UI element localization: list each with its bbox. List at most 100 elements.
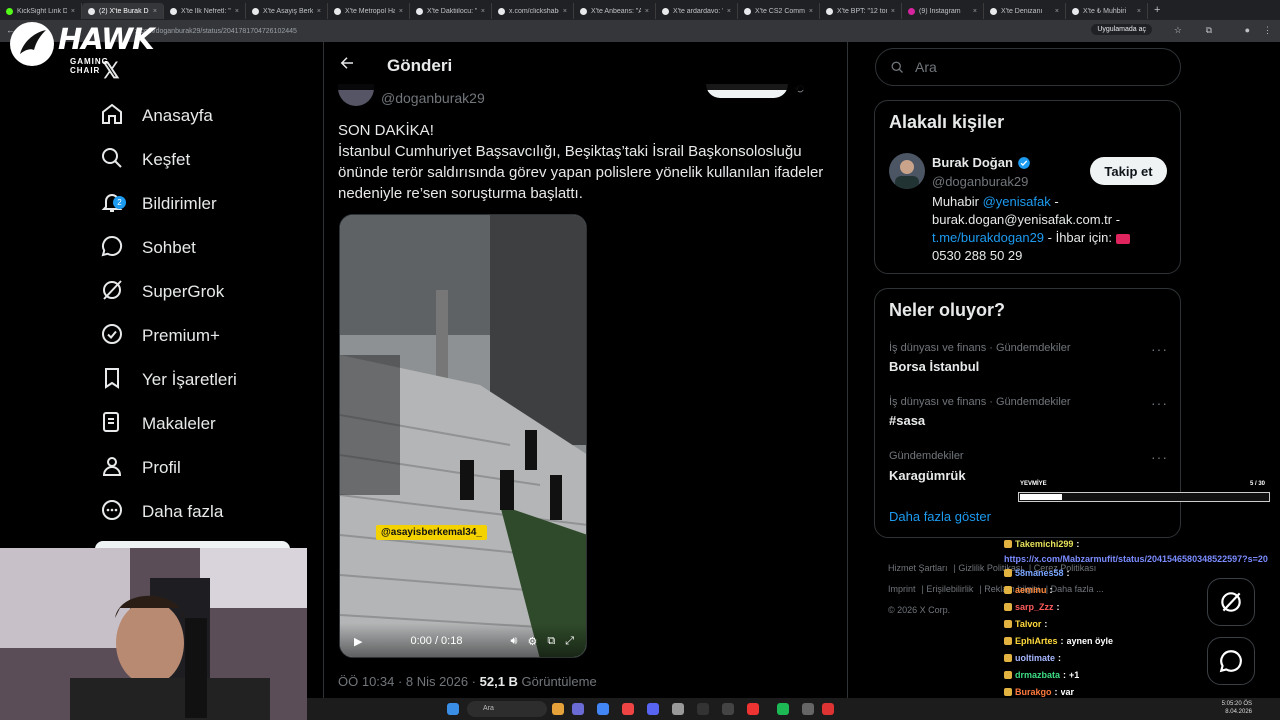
close-tab-icon[interactable]: × [399,8,403,15]
taskbar-app-icon[interactable] [697,703,709,715]
follow-button[interactable]: Takip et [1090,157,1167,185]
nav-item-profil[interactable]: Profil [100,446,300,490]
close-tab-icon[interactable]: × [809,8,813,15]
messages-fab[interactable] [1207,637,1255,685]
browser-tab[interactable]: X'te BPT: "12 ton × [820,3,902,19]
pip-icon[interactable]: ⧉ [547,635,555,648]
play-icon[interactable]: ▶ [354,635,362,648]
chat-username[interactable]: uoltimate [1015,650,1055,667]
chat-username[interactable]: Takemichi299 [1015,536,1073,553]
profile-icon[interactable]: ● [1245,25,1250,35]
browser-tab[interactable]: x.com/clickshabe × [492,3,574,19]
more-dots-icon[interactable]: ··· [1151,341,1168,357]
browser-tab[interactable]: X'te Denizanı × [984,3,1066,19]
close-tab-icon[interactable]: × [481,8,485,15]
extensions-icon[interactable]: ⧉ [1206,25,1212,36]
footer-link[interactable]: Imprint [888,584,916,594]
taskbar-app-icon[interactable] [672,703,684,715]
close-tab-icon[interactable]: × [891,8,895,15]
trend-name[interactable]: Borsa İstanbul [889,359,979,374]
trend-name[interactable]: Karagümrük [889,468,966,483]
settings-icon[interactable]: ⚙︎ [527,635,537,648]
taskbar-app-icon[interactable] [722,703,734,715]
taskbar-app-icon[interactable] [747,703,759,715]
chat-username[interactable]: 58manes58 [1015,565,1064,582]
open-in-app-button[interactable]: Uygulamada aç [1091,24,1152,35]
author-handle[interactable]: @doganburak29 [381,90,485,106]
avatar[interactable] [889,153,925,189]
close-tab-icon[interactable]: × [973,8,977,15]
taskbar-app-icon[interactable] [572,703,584,715]
new-tab-icon[interactable]: + [1148,4,1166,16]
nav-item-bildirimler[interactable]: 2 Bildirimler [100,182,300,226]
browser-tab[interactable]: X'te Metropol Ha × [328,3,410,19]
browser-tab[interactable]: X'te ardardavo: " × [656,3,738,19]
volume-icon[interactable]: 🔊︎ [511,635,518,648]
close-tab-icon[interactable]: × [645,8,649,15]
post-timestamp[interactable]: ÖÖ 10:34 · 8 Nis 2026 · [338,674,480,689]
close-tab-icon[interactable]: × [317,8,321,15]
close-tab-icon[interactable]: × [71,8,75,15]
close-tab-icon[interactable]: × [235,8,239,15]
nav-item-yer-i-aretleri[interactable]: Yer İşaretleri [100,358,300,402]
close-tab-icon[interactable]: × [727,8,731,15]
browser-tab[interactable]: X'te Asayiş Berke × [246,3,328,19]
footer-link[interactable]: Erişilebilirlik [926,584,973,594]
taskbar-app-icon[interactable] [622,703,634,715]
grok-fab[interactable] [1207,578,1255,626]
more-dots-icon[interactable]: ··· [1151,395,1168,411]
browser-tab[interactable]: X'te ₺ Muhbiri × [1066,3,1148,19]
close-tab-icon[interactable]: × [563,8,567,15]
address-bar[interactable]: ← x.com/doganburak29/status/204178170472… [0,20,1280,42]
chrome-icon[interactable] [597,703,609,715]
more-dots-icon[interactable]: ··· [1151,449,1168,465]
taskbar-search[interactable]: Ara [467,701,547,717]
related-name[interactable]: Burak Doğan [932,155,1013,170]
system-clock[interactable]: 5:05:20 ÖS 8.04.2026 [1222,700,1252,716]
browser-tab[interactable]: X'te CS2 Commu × [738,3,820,19]
nav-item-sohbet[interactable]: Sohbet [100,226,300,270]
browser-tab[interactable]: X'te Anbeans: "Ar × [574,3,656,19]
chat-username[interactable]: Talvor [1015,616,1041,633]
browser-tab[interactable]: X'te Daktiilocu: " × [410,3,492,19]
search-box[interactable]: Ara [875,48,1181,86]
windows-start-icon[interactable] [447,703,459,715]
nav-item-daha-fazla[interactable]: Daha fazla [100,490,300,534]
taskbar-app-icon[interactable] [802,703,814,715]
close-tab-icon[interactable]: × [1055,8,1059,15]
discord-icon[interactable] [647,703,659,715]
nav-item-anasayfa[interactable]: Anasayfa [100,94,300,138]
nav-item-makaleler[interactable]: Makaleler [100,402,300,446]
chat-username[interactable]: sarp_Zzz [1015,599,1054,616]
fullscreen-icon[interactable]: ⤢ [565,635,574,648]
spotify-icon[interactable] [777,703,789,715]
related-name-row[interactable]: Burak Doğan [932,155,1031,170]
bio-link-yenisafak[interactable]: @yenisafak [983,194,1051,209]
url-text[interactable]: x.com/doganburak29/status/20417817047261… [135,28,297,35]
search-input[interactable]: Ara [915,59,937,75]
back-arrow-icon[interactable] [338,54,356,77]
bio-link-telegram[interactable]: t.me/burakdogan29 [932,230,1044,245]
show-more-link[interactable]: Daha fazla göster [889,509,991,524]
chat-username[interactable]: aeminu [1015,582,1047,599]
footer-link[interactable]: Hizmet Şartları [888,563,948,573]
browser-tab[interactable]: (2) X'te Burak Do × [82,3,164,19]
chat-text[interactable]: https://x.com/Mabzarmufit/status/2041546… [1004,553,1268,565]
browser-tab[interactable]: X'te İlk Nefretl: " × [164,3,246,19]
trend-name[interactable]: #sasa [889,413,925,428]
menu-kebab-icon[interactable]: ⋮ [1263,25,1272,36]
taskbar-app-icon[interactable] [822,703,834,715]
star-icon[interactable]: ☆ [1174,25,1182,36]
close-tab-icon[interactable]: × [1137,8,1141,15]
browser-tab[interactable]: (9) Instagram × [902,3,984,19]
close-tab-icon[interactable]: × [153,8,157,15]
chat-username[interactable]: EphiArtes [1015,633,1058,650]
chat-username[interactable]: drmazbata [1015,667,1060,684]
browser-tab[interactable]: KickSight Link De × [0,3,82,19]
nav-item-premium-[interactable]: Premium+ [100,314,300,358]
related-handle[interactable]: @doganburak29 [932,174,1028,189]
nav-item-supergrok[interactable]: SuperGrok [100,270,300,314]
nav-item-ke-fet[interactable]: Keşfet [100,138,300,182]
taskbar-app-icon[interactable] [552,703,564,715]
post-video[interactable]: @asayisberkemal34_ ▶ 0:00 / 0:18 🔊︎ ⚙︎ ⧉… [339,214,587,658]
